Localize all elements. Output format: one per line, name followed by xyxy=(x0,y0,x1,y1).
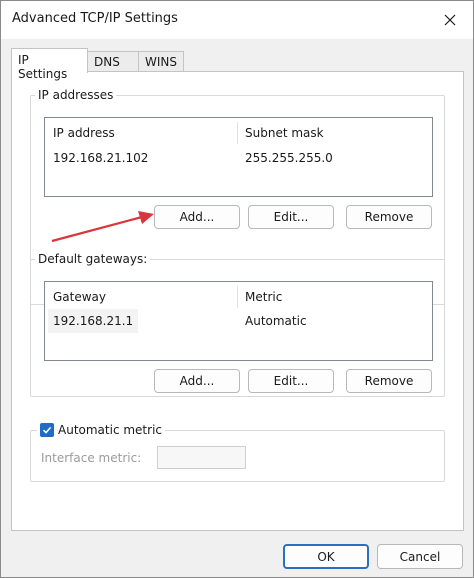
add-gateway-button[interactable]: Add... xyxy=(154,369,240,393)
cancel-button[interactable]: Cancel xyxy=(377,544,463,569)
column-header-gateway[interactable]: Gateway xyxy=(53,290,106,304)
default-gateways-group-label: Default gateways: xyxy=(35,251,151,267)
column-header-subnet-mask[interactable]: Subnet mask xyxy=(245,126,324,140)
column-divider[interactable] xyxy=(237,122,238,144)
tab-dns[interactable]: DNS xyxy=(87,51,139,72)
edit-gateway-button[interactable]: Edit... xyxy=(248,369,334,393)
column-header-metric[interactable]: Metric xyxy=(245,290,282,304)
tab-wins[interactable]: WINS xyxy=(138,51,184,72)
add-ip-button[interactable]: Add... xyxy=(154,205,240,229)
default-gateways-group: Default gateways: Gateway Metric 192.168… xyxy=(30,251,445,397)
gateways-list[interactable]: Gateway Metric 192.168.21.1 Automatic xyxy=(44,281,433,361)
tab-ip-settings[interactable]: IP Settings xyxy=(11,48,88,81)
ip-addresses-group-label: IP addresses xyxy=(35,87,117,103)
ip-address-cell: 192.168.21.102 xyxy=(53,151,149,165)
automatic-metric-checkbox[interactable] xyxy=(40,423,54,437)
automatic-metric-group: Automatic metric Interface metric: xyxy=(30,421,445,482)
interface-metric-input[interactable] xyxy=(157,446,246,469)
tab-label: DNS xyxy=(94,55,120,69)
tab-label: IP Settings xyxy=(18,53,68,81)
subnet-mask-cell: 255.255.255.0 xyxy=(245,151,333,165)
interface-metric-label: Interface metric: xyxy=(41,451,142,465)
red-arrow-annotation xyxy=(51,211,154,243)
dialog-window: Advanced TCP/IP Settings IP Settings DNS… xyxy=(0,0,474,578)
remove-gateway-button[interactable]: Remove xyxy=(346,369,432,393)
automatic-metric-label[interactable]: Automatic metric xyxy=(58,423,162,437)
checkmark-icon xyxy=(42,426,52,434)
automatic-metric-checkbox-row[interactable]: Automatic metric xyxy=(37,421,165,441)
ip-settings-panel: IP addresses IP address Subnet mask 192.… xyxy=(11,71,464,531)
title-bar: Advanced TCP/IP Settings xyxy=(1,1,473,39)
close-icon xyxy=(444,14,456,26)
ok-button[interactable]: OK xyxy=(283,544,369,569)
close-button[interactable] xyxy=(427,1,473,39)
edit-ip-button[interactable]: Edit... xyxy=(248,205,334,229)
column-header-ip-address[interactable]: IP address xyxy=(53,126,115,140)
dialog-footer: OK Cancel xyxy=(1,533,473,577)
window-title: Advanced TCP/IP Settings xyxy=(12,11,178,26)
metric-cell: Automatic xyxy=(245,314,307,328)
gateway-cell: 192.168.21.1 xyxy=(48,309,139,333)
remove-ip-button[interactable]: Remove xyxy=(346,205,432,229)
tab-label: WINS xyxy=(145,55,177,69)
column-divider[interactable] xyxy=(237,286,238,308)
ip-addresses-list[interactable]: IP address Subnet mask 192.168.21.102 25… xyxy=(44,117,433,197)
